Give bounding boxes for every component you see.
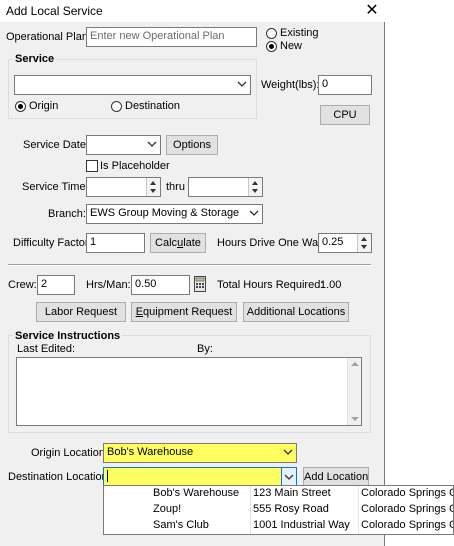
destination-location-label: Destination Location:: [8, 471, 111, 483]
option-name: Sam's Club: [153, 519, 209, 531]
chevron-down-icon: [237, 81, 247, 87]
service-group-title: Service: [13, 53, 57, 65]
destination-radio-label[interactable]: Destination: [125, 100, 180, 112]
equipment-label-rest: quipment Request: [143, 306, 233, 318]
existing-radio-label[interactable]: Existing: [280, 27, 319, 39]
options-button[interactable]: Options: [166, 135, 218, 155]
origin-location-label: Origin Location:: [31, 447, 109, 459]
option-city: Colorado Springs CO: [361, 487, 453, 499]
service-time-label: Service Time:: [22, 181, 89, 193]
dropdown-option[interactable]: Zoup! 555 Rosy Road Colorado Springs CO: [104, 502, 453, 518]
operational-plan-label: Operational Plan:: [6, 31, 91, 43]
operational-plan-placeholder: Enter new Operational Plan: [90, 30, 225, 42]
dropdown-option[interactable]: Sam's Club 1001 Industrial Way Colorado …: [104, 518, 453, 534]
labor-request-button[interactable]: Labor Request: [36, 302, 126, 322]
destination-location-select[interactable]: [103, 467, 297, 487]
close-icon[interactable]: ✕: [362, 1, 382, 21]
origin-radio[interactable]: [15, 101, 26, 112]
destination-location-dropdown: Bob's Warehouse 123 Main Street Colorado…: [103, 485, 454, 535]
service-select[interactable]: [14, 75, 251, 95]
new-radio-label[interactable]: New: [280, 40, 302, 52]
origin-location-select[interactable]: Bob's Warehouse: [103, 443, 297, 463]
operational-plan-input[interactable]: Enter new Operational Plan: [86, 27, 257, 47]
dropdown-option[interactable]: Bob's Warehouse 123 Main Street Colorado…: [104, 486, 453, 502]
add-location-button[interactable]: Add Location: [303, 467, 369, 487]
total-hours-value: 1.00: [320, 279, 342, 291]
option-address: 555 Rosy Road: [253, 503, 329, 515]
chevron-down-icon: [283, 449, 293, 455]
service-date-picker[interactable]: [86, 135, 161, 155]
option-name: Bob's Warehouse: [153, 487, 240, 499]
option-city: Colorado Springs CO: [361, 519, 453, 531]
service-time-from-input[interactable]: [86, 177, 161, 197]
hours-drive-value: 0.25: [322, 236, 344, 248]
additional-locations-button[interactable]: Additional Locations: [243, 302, 349, 322]
equipment-label-key: E: [135, 306, 144, 318]
option-address: 1001 Industrial Way: [253, 519, 350, 531]
window-title: Add Local Service: [6, 4, 103, 18]
weight-label: Weight(lbs):: [261, 79, 320, 91]
chevron-down-icon: [284, 474, 294, 480]
chevron-down-icon: [249, 210, 259, 216]
crew-input[interactable]: 2: [37, 275, 75, 295]
service-instructions-title: Service Instructions: [13, 330, 123, 342]
calculate-label-post: late: [183, 237, 201, 249]
option-name: Zoup!: [153, 503, 182, 515]
thru-label: thru: [166, 181, 185, 193]
origin-radio-label[interactable]: Origin: [29, 100, 58, 112]
text-cursor: [107, 470, 108, 483]
existing-radio[interactable]: [266, 28, 277, 39]
time-from-spinner[interactable]: [146, 178, 160, 196]
hrs-man-input[interactable]: 0.50: [131, 275, 190, 295]
hrs-man-label: Hrs/Man:: [86, 279, 131, 291]
branch-select[interactable]: EWS Group Moving & Storage: [86, 204, 263, 224]
calculator-icon[interactable]: [194, 276, 206, 292]
title-bar: Add Local Service ✕: [0, 0, 385, 22]
crew-label: Crew:: [8, 279, 37, 291]
option-city: Colorado Springs CO: [361, 503, 453, 515]
branch-label: Branch:: [48, 208, 86, 220]
service-time-to-input[interactable]: [188, 177, 263, 197]
chevron-down-icon: [147, 141, 157, 147]
new-radio[interactable]: [266, 41, 277, 52]
cpu-button[interactable]: CPU: [320, 105, 370, 125]
service-instructions-textarea[interactable]: [16, 357, 362, 426]
dropdown-button[interactable]: [281, 468, 296, 486]
difficulty-factor-input[interactable]: 1: [86, 233, 145, 253]
scroll-up-icon[interactable]: [351, 362, 359, 366]
calculate-label-pre: Calc: [155, 237, 178, 249]
last-edited-label: Last Edited:: [17, 343, 76, 355]
separator: [8, 264, 371, 266]
instructions-scrollbar[interactable]: [347, 358, 361, 425]
branch-select-value: EWS Group Moving & Storage: [90, 207, 240, 219]
calculate-button[interactable]: Calculate: [150, 233, 206, 253]
by-label: By:: [197, 343, 213, 355]
origin-location-value: Bob's Warehouse: [107, 446, 194, 458]
time-to-spinner[interactable]: [248, 178, 262, 196]
is-placeholder-label[interactable]: Is Placeholder: [100, 160, 170, 172]
hours-drive-spinner[interactable]: [357, 234, 371, 252]
weight-input[interactable]: 0: [318, 75, 372, 95]
is-placeholder-checkbox[interactable]: [86, 160, 98, 172]
hours-drive-input[interactable]: 0.25: [318, 233, 372, 253]
option-address: 123 Main Street: [253, 487, 331, 499]
destination-radio[interactable]: [111, 101, 122, 112]
scroll-down-icon[interactable]: [351, 417, 359, 421]
service-date-label: Service Date:: [23, 139, 90, 151]
difficulty-factor-label: Difficulty Factor:: [13, 237, 92, 249]
add-local-service-dialog: Add Local Service ✕ Operational Plan: En…: [0, 0, 385, 546]
hours-drive-label: Hours Drive One Way:: [217, 237, 327, 249]
total-hours-label: Total Hours Required:: [217, 279, 324, 291]
equipment-request-button[interactable]: Equipment Request: [131, 302, 237, 322]
